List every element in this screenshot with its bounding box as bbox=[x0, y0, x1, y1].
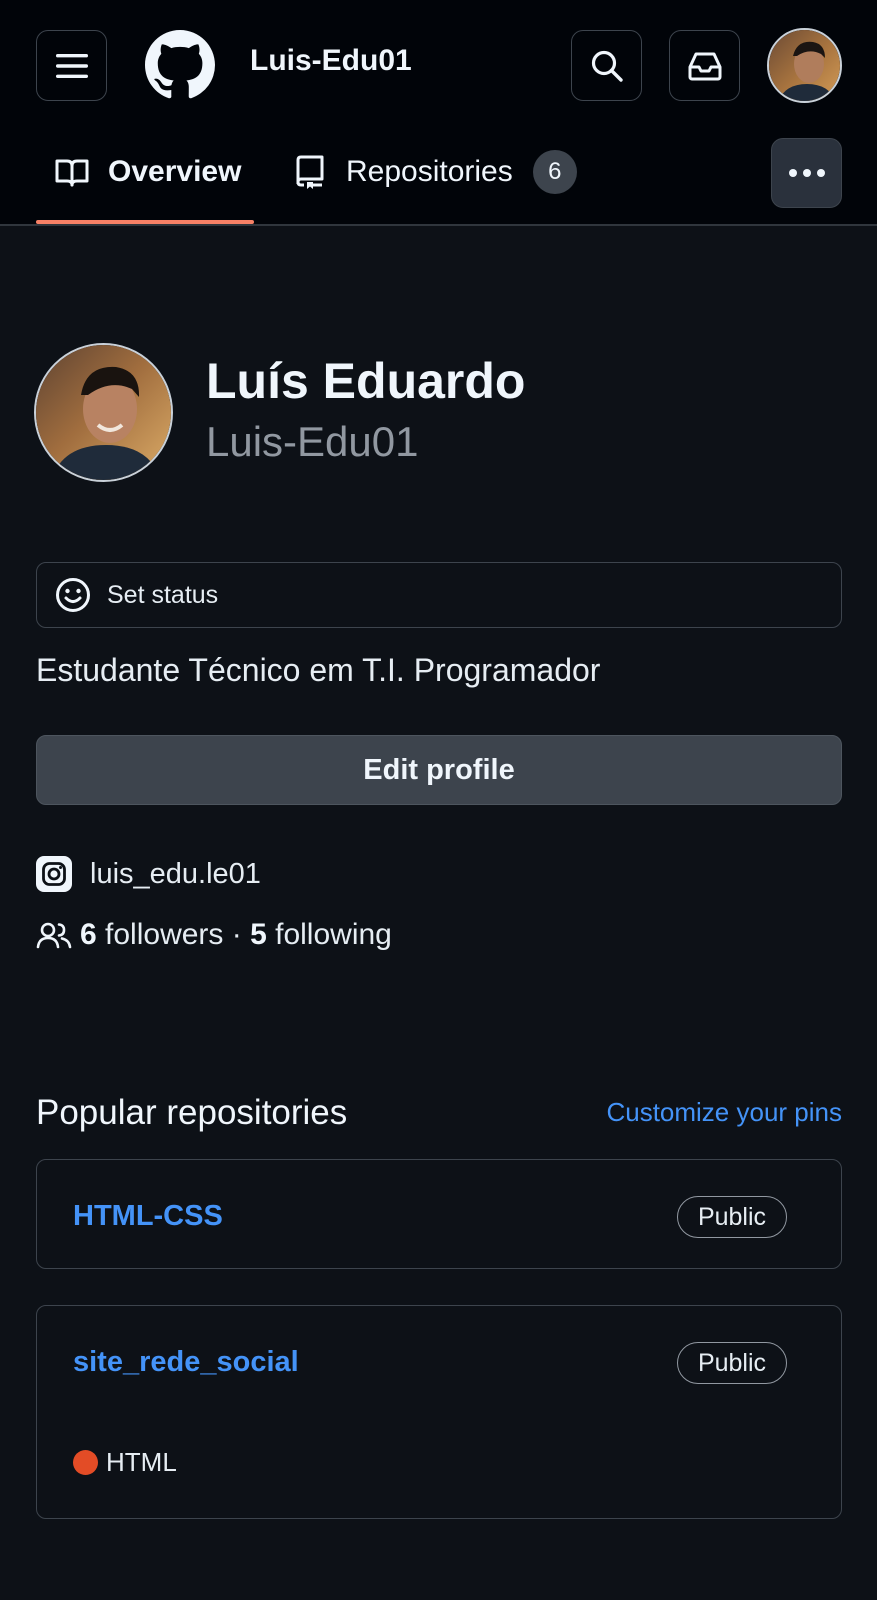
profile-username: Luis-Edu01 bbox=[206, 418, 419, 465]
tab-repositories[interactable]: Repositories 6 bbox=[292, 142, 577, 202]
search-button[interactable] bbox=[571, 30, 642, 101]
kebab-horizontal-icon bbox=[788, 169, 825, 177]
more-options-button[interactable] bbox=[771, 138, 842, 208]
active-tab-indicator bbox=[36, 220, 254, 224]
avatar-photo-icon bbox=[36, 345, 171, 480]
visibility-badge: Public bbox=[677, 1196, 787, 1238]
people-icon bbox=[36, 922, 72, 949]
repo-card: site_rede_social Public HTML bbox=[36, 1305, 842, 1519]
visibility-badge: Public bbox=[677, 1342, 787, 1384]
tab-overview-label: Overview bbox=[108, 155, 242, 188]
profile-name: Luís Eduardo bbox=[206, 353, 526, 409]
search-icon bbox=[591, 50, 623, 82]
tab-overview[interactable]: Overview bbox=[54, 142, 241, 202]
customize-pins-link[interactable]: Customize your pins bbox=[606, 1097, 842, 1128]
profile-avatar[interactable] bbox=[34, 343, 173, 482]
instagram-icon bbox=[36, 856, 72, 892]
set-status-button[interactable]: Set status bbox=[36, 562, 842, 628]
repositories-count-badge: 6 bbox=[532, 150, 577, 194]
instagram-link[interactable]: luis_edu.le01 bbox=[36, 856, 261, 892]
repo-language: HTML bbox=[73, 1447, 177, 1478]
smiley-icon bbox=[56, 578, 90, 612]
repo-language-label: HTML bbox=[106, 1447, 177, 1477]
repo-name-link[interactable]: HTML-CSS bbox=[73, 1200, 223, 1233]
following-label[interactable]: following bbox=[275, 918, 392, 952]
profile-bio: Estudante Técnico em T.I. Programador bbox=[36, 652, 601, 688]
inbox-button[interactable] bbox=[669, 30, 740, 101]
repo-card: HTML-CSS Public bbox=[36, 1159, 842, 1269]
book-icon bbox=[54, 154, 90, 190]
following-count[interactable]: 5 bbox=[250, 918, 267, 952]
followers-count[interactable]: 6 bbox=[80, 918, 97, 952]
repo-name-link[interactable]: site_rede_social bbox=[73, 1346, 299, 1379]
language-color-dot bbox=[73, 1450, 98, 1475]
instagram-handle: luis_edu.le01 bbox=[90, 857, 261, 890]
set-status-label: Set status bbox=[107, 580, 219, 609]
edit-profile-button[interactable]: Edit profile bbox=[36, 735, 842, 805]
inbox-icon bbox=[688, 52, 721, 80]
github-logo-icon[interactable] bbox=[145, 30, 215, 100]
top-bar bbox=[0, 0, 877, 130]
repo-icon bbox=[292, 154, 328, 190]
tab-repositories-label: Repositories bbox=[346, 155, 513, 188]
hamburger-icon bbox=[55, 53, 88, 78]
popular-repositories-heading: Popular repositories bbox=[36, 1093, 348, 1132]
user-avatar[interactable] bbox=[767, 28, 842, 103]
follow-stats: 6 followers · 5 following bbox=[36, 918, 392, 952]
menu-button[interactable] bbox=[36, 30, 107, 101]
follow-separator: · bbox=[231, 918, 242, 951]
followers-label[interactable]: followers bbox=[105, 918, 223, 952]
page-title[interactable]: Luis-Edu01 bbox=[250, 44, 412, 78]
